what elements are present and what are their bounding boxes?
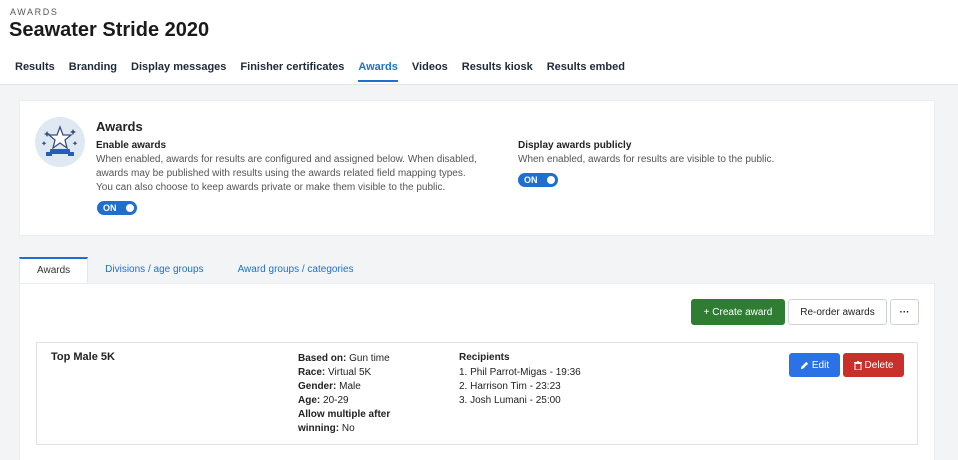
recipients-list: 1. Phil Parrot-Migas - 19:36 2. Harrison… bbox=[459, 366, 581, 408]
based-on-label: Based on: bbox=[298, 353, 347, 364]
toggle-state: ON bbox=[103, 203, 117, 213]
toggle-knob bbox=[126, 204, 134, 212]
awards-tabs: Awards Divisions / age groups Award grou… bbox=[19, 257, 371, 283]
tab-divisions[interactable]: Divisions / age groups bbox=[88, 257, 220, 283]
more-options-button[interactable]: ··· bbox=[890, 299, 919, 325]
nav-results[interactable]: Results bbox=[15, 61, 55, 82]
multi-value: No bbox=[341, 423, 355, 434]
enable-awards-desc-2: awards may be published with results usi… bbox=[96, 168, 466, 179]
multi-label-1: Allow multiple after bbox=[298, 409, 391, 420]
reorder-awards-button[interactable]: Re-order awards bbox=[788, 299, 887, 325]
enable-awards-desc-1: When enabled, awards for results are con… bbox=[96, 154, 477, 165]
award-card: Top Male 5K Based on: Gun time Race: Vir… bbox=[36, 342, 918, 445]
trophy-star-icon bbox=[35, 117, 85, 167]
tab-award-groups[interactable]: Award groups / categories bbox=[221, 257, 371, 283]
toggle-state: ON bbox=[524, 175, 538, 185]
race-value: Virtual 5K bbox=[328, 367, 372, 378]
delete-label: Delete bbox=[864, 359, 894, 371]
based-on-value: Gun time bbox=[349, 353, 390, 364]
toggle-knob bbox=[547, 176, 555, 184]
gender-label: Gender: bbox=[298, 381, 337, 392]
trash-icon bbox=[853, 360, 862, 370]
nav-branding[interactable]: Branding bbox=[69, 61, 117, 82]
settings-heading: Awards bbox=[96, 119, 143, 134]
delete-button[interactable]: Delete bbox=[843, 353, 904, 377]
page-header: AWARDS Seawater Stride 2020 Results Bran… bbox=[0, 0, 958, 85]
recipients-label: Recipients bbox=[459, 352, 510, 363]
top-nav: Results Branding Display messages Finish… bbox=[15, 61, 625, 82]
enable-awards-desc-3: You can also choose to keep awards priva… bbox=[96, 182, 446, 193]
nav-results-kiosk[interactable]: Results kiosk bbox=[462, 61, 533, 82]
award-details: Based on: Gun time Race: Virtual 5K Gend… bbox=[298, 352, 390, 436]
awards-panel: + Create award Re-order awards ··· Top M… bbox=[19, 283, 935, 460]
age-value: 20-29 bbox=[323, 395, 349, 406]
display-publicly-label: Display awards publicly bbox=[518, 140, 632, 151]
tab-awards[interactable]: Awards bbox=[19, 257, 89, 283]
edit-button[interactable]: Edit bbox=[789, 353, 840, 377]
page-title: Seawater Stride 2020 bbox=[9, 19, 210, 41]
enable-awards-label: Enable awards bbox=[96, 140, 167, 151]
nav-awards[interactable]: Awards bbox=[358, 61, 398, 82]
recipient-item: 1. Phil Parrot-Migas - 19:36 bbox=[459, 367, 581, 378]
edit-label: Edit bbox=[811, 359, 830, 371]
recipient-item: 2. Harrison Tim - 23:23 bbox=[459, 381, 561, 392]
awards-settings-card: Awards Enable awards When enabled, award… bbox=[19, 100, 935, 236]
create-award-button[interactable]: + Create award bbox=[691, 299, 785, 325]
recipient-item: 3. Josh Lumani - 25:00 bbox=[459, 395, 561, 406]
display-publicly-desc: When enabled, awards for results are vis… bbox=[518, 154, 775, 165]
nav-videos[interactable]: Videos bbox=[412, 61, 448, 82]
age-label: Age: bbox=[298, 395, 321, 406]
race-label: Race: bbox=[298, 367, 326, 378]
gender-value: Male bbox=[339, 381, 361, 392]
nav-display-messages[interactable]: Display messages bbox=[131, 61, 226, 82]
nav-finisher-certificates[interactable]: Finisher certificates bbox=[240, 61, 344, 82]
nav-results-embed[interactable]: Results embed bbox=[547, 61, 625, 82]
pencil-icon bbox=[800, 361, 808, 369]
award-name: Top Male 5K bbox=[51, 351, 115, 363]
enable-awards-toggle[interactable]: ON bbox=[97, 201, 137, 215]
section-eyebrow: AWARDS bbox=[10, 7, 59, 17]
display-publicly-toggle[interactable]: ON bbox=[518, 173, 558, 187]
multi-label-2: winning: bbox=[298, 423, 340, 434]
